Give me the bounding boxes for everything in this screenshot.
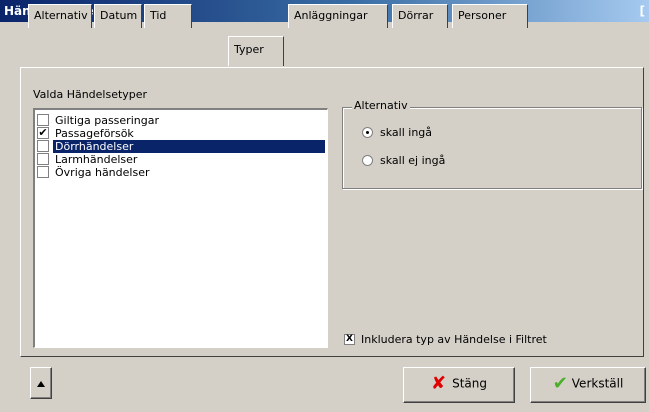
radio-label: skall ej ingå bbox=[380, 154, 446, 167]
radio-button[interactable] bbox=[362, 127, 373, 138]
alternatives-group bbox=[342, 107, 642, 189]
radio-label: skall ingå bbox=[380, 126, 433, 139]
list-item[interactable]: Dörrhändelser bbox=[37, 140, 325, 153]
tab-tid[interactable]: Tid bbox=[144, 4, 192, 28]
collapse-button[interactable] bbox=[30, 367, 52, 399]
types-label: Valda Händelsetyper bbox=[33, 88, 148, 101]
item-label: Giltiga passeringar bbox=[55, 114, 159, 127]
tab-personer[interactable]: Personer bbox=[452, 4, 528, 28]
close-button-label: Stäng bbox=[452, 376, 487, 391]
item-label: Passageförsök bbox=[55, 127, 134, 140]
item-checkbox[interactable] bbox=[37, 140, 49, 152]
checkmark-icon: ✔ bbox=[552, 372, 568, 394]
event-filter-window: Händelsefilter [ Alternativ Datum Tid Ty… bbox=[0, 0, 649, 412]
close-button[interactable]: ✘ Stäng bbox=[403, 367, 515, 403]
alternatives-legend: Alternativ bbox=[352, 99, 410, 112]
item-label: Dörrhändelser bbox=[53, 140, 325, 153]
radio-button[interactable] bbox=[362, 155, 373, 166]
include-type-checkbox[interactable]: X bbox=[344, 334, 355, 345]
item-checkbox[interactable] bbox=[37, 153, 49, 165]
item-checkbox[interactable] bbox=[37, 114, 49, 126]
apply-button[interactable]: ✔ Verkställ bbox=[530, 367, 646, 403]
close-icon: ✘ bbox=[431, 372, 447, 394]
title-bar-button[interactable]: [ bbox=[640, 0, 645, 22]
tab-dorrar[interactable]: Dörrar bbox=[392, 4, 448, 28]
list-item[interactable]: Övriga händelser bbox=[37, 166, 325, 179]
tab-anlaggningar[interactable]: Anläggningar bbox=[288, 4, 388, 28]
apply-button-label: Verkställ bbox=[571, 376, 624, 391]
list-item[interactable]: Larmhändelser bbox=[37, 153, 325, 166]
tab-datum[interactable]: Datum bbox=[94, 4, 142, 28]
arrow-up-icon bbox=[37, 381, 45, 387]
tab-alternativ[interactable]: Alternativ bbox=[28, 4, 92, 28]
item-checkbox[interactable] bbox=[37, 166, 49, 178]
item-label: Larmhändelser bbox=[55, 153, 138, 166]
list-item[interactable]: Giltiga passeringar bbox=[37, 114, 325, 127]
event-types-list[interactable]: Giltiga passeringar ✔ Passageförsök Dörr… bbox=[33, 108, 328, 348]
item-checkbox[interactable]: ✔ bbox=[37, 127, 49, 139]
item-label: Övriga händelser bbox=[55, 166, 150, 179]
tab-typer[interactable]: Typer bbox=[228, 36, 284, 66]
list-item[interactable]: ✔ Passageförsök bbox=[37, 127, 325, 140]
include-type-label: Inkludera typ av Händelse i Filtret bbox=[361, 333, 547, 346]
